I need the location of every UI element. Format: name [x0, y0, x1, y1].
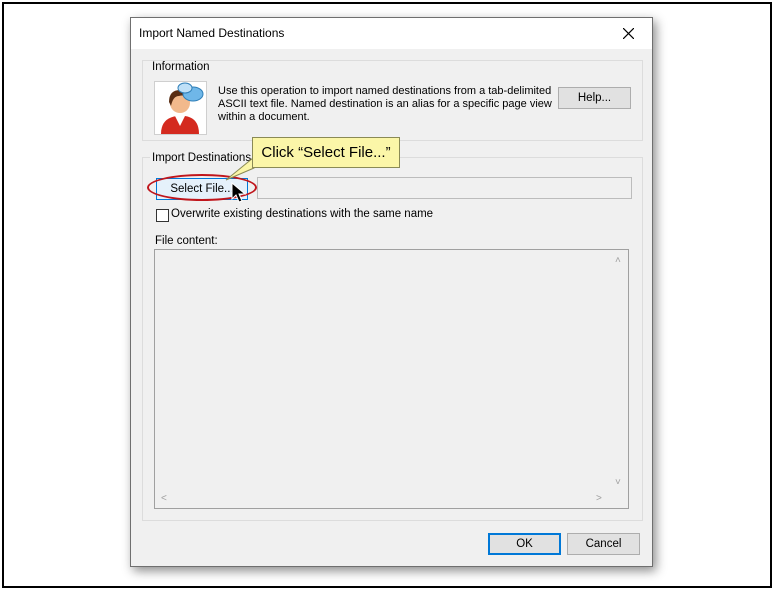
file-content-label: File content: — [155, 235, 218, 247]
vertical-scrollbar[interactable]: ˄ ˅ — [611, 250, 628, 491]
mouse-pointer-icon — [231, 182, 247, 203]
information-group-label: Information — [150, 61, 212, 73]
dialog-title: Import Named Destinations — [139, 26, 285, 40]
import-named-destinations-dialog: Import Named Destinations Information Us… — [130, 17, 653, 567]
scroll-right-icon[interactable]: ˃ — [596, 494, 602, 504]
horizontal-scrollbar[interactable]: ˂ ˃ — [155, 491, 611, 508]
overwrite-checkbox-label[interactable]: Overwrite existing destinations with the… — [171, 208, 433, 220]
user-speech-bubbles-icon — [154, 81, 207, 135]
close-icon — [623, 28, 634, 39]
information-text: Use this operation to import named desti… — [218, 85, 552, 123]
ok-button[interactable]: OK — [488, 533, 561, 555]
scroll-left-icon[interactable]: ˂ — [161, 494, 167, 504]
title-bar: Import Named Destinations — [131, 18, 652, 49]
close-button[interactable] — [606, 18, 652, 49]
overwrite-checkbox[interactable] — [156, 209, 169, 222]
scroll-up-icon[interactable]: ˄ — [615, 256, 621, 266]
scroll-down-icon[interactable]: ˅ — [615, 478, 621, 488]
instruction-callout: Click “Select File...” — [252, 137, 400, 168]
file-path-field[interactable] — [257, 177, 632, 199]
cancel-button[interactable]: Cancel — [567, 533, 640, 555]
help-button[interactable]: Help... — [558, 87, 631, 109]
file-content-area[interactable]: ˄ ˅ ˂ ˃ — [154, 249, 629, 509]
